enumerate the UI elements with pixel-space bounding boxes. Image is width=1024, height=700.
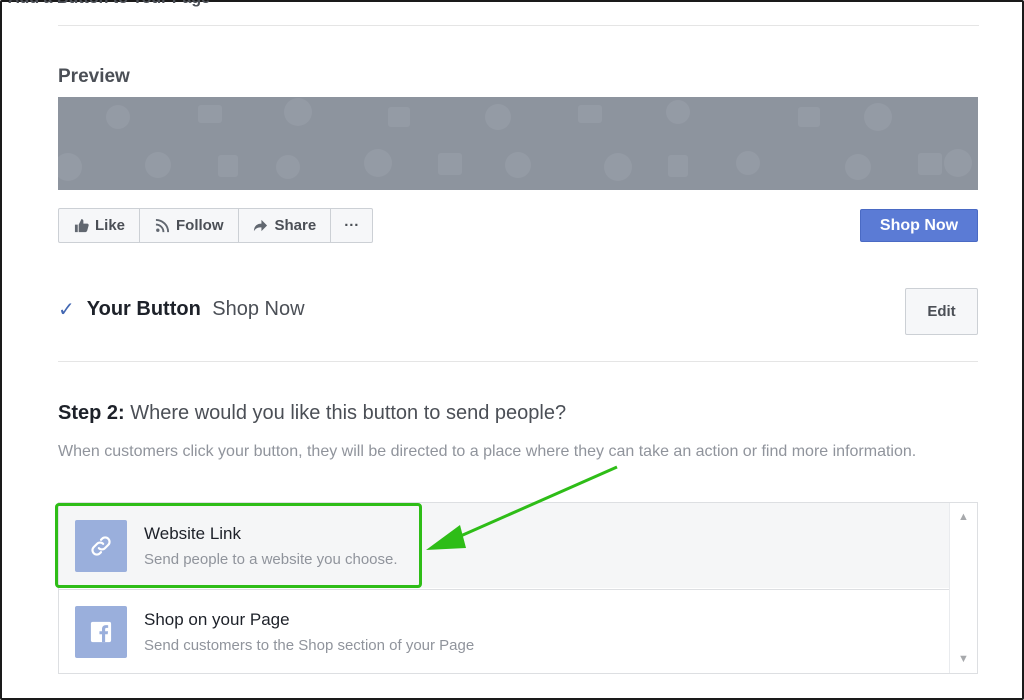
rss-icon [154,218,170,234]
option-shop-on-page[interactable]: Shop on your Page Send customers to the … [59,589,951,673]
your-button-row: ✓ Your Button Shop Now [58,298,305,321]
cover-pattern [58,98,972,181]
follow-button[interactable]: Follow [140,209,239,242]
header-divider [58,25,979,26]
shop-now-preview-button[interactable]: Shop Now [860,209,978,242]
option-subtitle: Send customers to the Shop section of yo… [144,637,475,654]
step-prefix: Step 2: [58,402,125,424]
edit-button[interactable]: Edit [905,288,978,335]
step-title: Step 2: Where would you like this button… [58,402,566,425]
follow-label: Follow [176,217,224,234]
step-question: Where would you like this button to send… [130,402,567,424]
option-title: Shop on your Page [144,610,290,629]
share-icon [253,218,269,234]
checkmark-icon: ✓ [58,298,75,321]
section-divider [58,361,978,362]
like-label: Like [95,217,126,234]
facebook-icon [75,606,127,658]
dialog-title: Add a Button to Your Page [8,0,210,8]
cover-photo-placeholder [58,97,978,190]
highlight-box [55,503,422,588]
scroll-down-arrow-icon[interactable]: ▼ [950,651,977,667]
page-action-bar: Like Follow Share ··· [58,208,374,243]
options-scrollbar[interactable]: ▲ ▼ [949,503,977,673]
scroll-up-arrow-icon[interactable]: ▲ [950,509,977,525]
thumbs-up-icon [73,218,89,234]
more-button[interactable]: ··· [331,209,372,242]
like-button[interactable]: Like [59,209,141,242]
share-label: Share [274,217,317,234]
your-button-value: Shop Now [212,298,305,320]
more-icon: ··· [344,217,360,234]
share-button[interactable]: Share [239,209,332,242]
step-description: When customers click your button, they w… [58,443,917,460]
preview-label: Preview [58,66,130,87]
your-button-title: Your Button [86,298,201,320]
